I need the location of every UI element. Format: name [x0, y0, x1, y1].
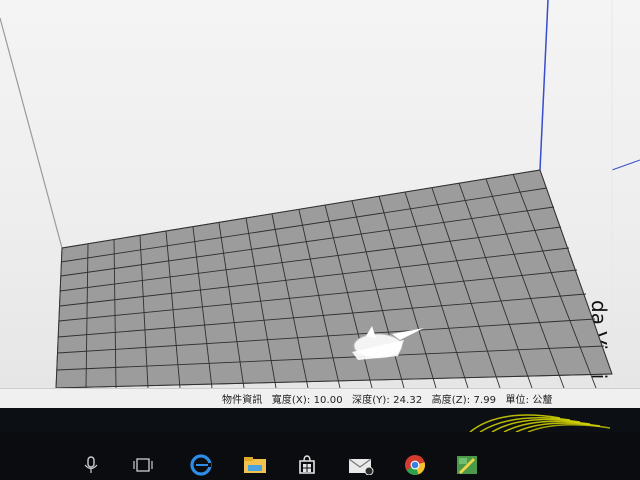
- chrome-icon[interactable]: [400, 450, 430, 480]
- print-bed: [55, 169, 613, 388]
- right-frame-corner: [611, 159, 640, 171]
- height-readout: 高度(Z): 7.99: [431, 395, 497, 406]
- width-readout: 寬度(X): 10.00: [271, 395, 343, 406]
- task-view-icon[interactable]: [128, 450, 158, 480]
- edge-icon[interactable]: [186, 450, 216, 480]
- depth-readout: 深度(Y): 24.32: [352, 395, 423, 406]
- mail-icon[interactable]: [346, 450, 376, 480]
- store-icon[interactable]: [292, 450, 322, 480]
- unit-readout: 單位: 公釐: [505, 395, 553, 406]
- xyzware-icon[interactable]: [452, 450, 482, 480]
- 3d-viewport[interactable]: da Vinci 1.0AiO: [0, 0, 640, 388]
- status-bar: 物件資訊 寬度(X): 10.00 深度(Y): 24.32 高度(Z): 7.…: [0, 388, 640, 408]
- object-info-label: 物件資訊: [222, 395, 263, 406]
- desktop-wallpaper: [0, 408, 640, 433]
- microphone-icon[interactable]: [76, 450, 106, 480]
- object-info-readout: 物件資訊 寬度(X): 10.00 深度(Y): 24.32 高度(Z): 7.…: [222, 391, 559, 406]
- taskbar: [0, 432, 640, 480]
- print-bed-scene: da Vinci 1.0AiO: [0, 0, 640, 388]
- right-frame-inner-line: [539, 0, 549, 171]
- file-explorer-icon[interactable]: [240, 450, 270, 480]
- left-wall-edge: [0, 17, 63, 249]
- screen: da Vinci 1.0AiO: [0, 0, 640, 480]
- wallpaper-pattern: [469, 414, 611, 433]
